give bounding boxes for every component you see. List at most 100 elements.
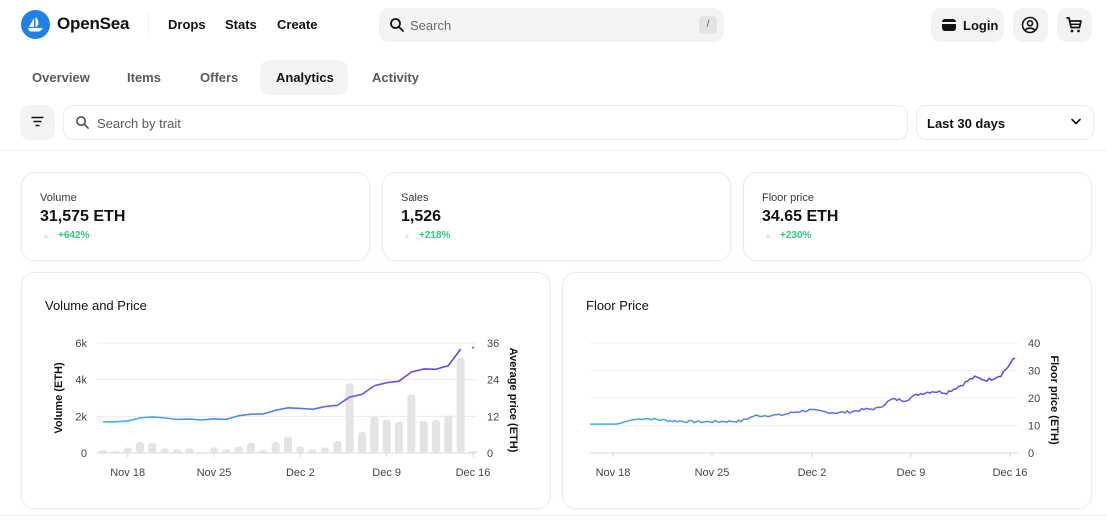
volume-price-chart[interactable]: 0 2k 4k 6k 0 12 24 36 Nov 18 Nov 25 Dec 2 Dec 9 Dec … bbox=[22, 273, 552, 510]
opensea-logo-icon[interactable] bbox=[21, 10, 50, 39]
tab-offers[interactable]: Offers bbox=[184, 60, 254, 95]
y-tick-label-right: 36 bbox=[487, 338, 499, 350]
trait-search-placeholder: Search by trait bbox=[97, 116, 181, 131]
volume-bar bbox=[247, 442, 255, 453]
volume-bar bbox=[469, 451, 477, 453]
volume-bar bbox=[370, 416, 379, 453]
floor-price-line bbox=[590, 357, 1016, 425]
volume-bar bbox=[197, 452, 206, 454]
y-tick-label-left: 0 bbox=[81, 448, 87, 460]
top-navigation-bar: OpenSea Drops Stats Create Search / Logi… bbox=[0, 0, 1107, 50]
login-label: Login bbox=[963, 18, 999, 33]
tab-activity[interactable]: Activity bbox=[356, 60, 435, 95]
y-axis-label: Floor price (ETH) bbox=[1048, 355, 1060, 445]
tab-overview[interactable]: Overview bbox=[16, 60, 106, 95]
y-tick-label: 20 bbox=[1028, 393, 1040, 405]
cart-icon bbox=[1066, 17, 1082, 33]
nav-drops[interactable]: Drops bbox=[168, 17, 206, 32]
volume-bar bbox=[123, 447, 132, 453]
stat-label: Floor price bbox=[762, 192, 814, 204]
x-tick-label: Dec 16 bbox=[456, 467, 491, 479]
floor-price-chart[interactable]: 0 10 20 30 40 Nov 18 Nov 25 Dec 2 Dec 9 Dec 16 Flo… bbox=[563, 273, 1093, 510]
x-tick-label: Dec 2 bbox=[286, 467, 315, 479]
volume-bar bbox=[222, 449, 231, 453]
stat-label: Sales bbox=[401, 192, 429, 204]
nav-stats[interactable]: Stats bbox=[225, 17, 257, 32]
volume-bar bbox=[395, 421, 403, 453]
x-tick-label: Nov 25 bbox=[197, 467, 232, 479]
y-tick-label-left: 6k bbox=[75, 338, 87, 350]
x-tick-label: Dec 9 bbox=[372, 467, 401, 479]
y-tick-label: 10 bbox=[1028, 421, 1040, 433]
chevron-down-icon bbox=[1071, 118, 1081, 125]
account-button[interactable] bbox=[1013, 8, 1048, 42]
x-tick-label: Dec 9 bbox=[897, 467, 926, 479]
x-tick-label: Nov 18 bbox=[596, 467, 631, 479]
volume-bar bbox=[111, 451, 120, 453]
volume-bar bbox=[296, 446, 305, 453]
stat-change: +642% bbox=[58, 230, 90, 241]
x-tick-label: Dec 2 bbox=[798, 467, 827, 479]
volume-bar bbox=[271, 442, 280, 453]
nav-divider bbox=[148, 12, 149, 38]
volume-bar bbox=[333, 441, 342, 453]
average-price-line bbox=[103, 348, 462, 423]
volume-bar bbox=[345, 383, 354, 453]
time-range-value: Last 30 days bbox=[927, 116, 1006, 131]
stat-label: Volume bbox=[40, 192, 77, 204]
stat-card-floor-price: Floor price 34.65 ETH ▲ +230% bbox=[743, 172, 1092, 261]
search-placeholder: Search bbox=[410, 18, 452, 33]
y-tick-label: 0 bbox=[1028, 448, 1034, 460]
brand-name[interactable]: OpenSea bbox=[57, 14, 129, 34]
volume-bar bbox=[234, 446, 243, 453]
filter-toggle-button[interactable] bbox=[20, 105, 55, 140]
wallet-icon bbox=[942, 19, 956, 31]
volume-bar bbox=[259, 450, 268, 453]
volume-bar bbox=[382, 420, 391, 453]
y-tick-label: 30 bbox=[1028, 366, 1040, 378]
x-tick-label: Dec 16 bbox=[993, 467, 1028, 479]
stat-change: +218% bbox=[419, 230, 451, 241]
arrow-up-icon: ▲ bbox=[764, 231, 772, 240]
y-tick-label: 40 bbox=[1028, 338, 1040, 350]
y-tick-label-right: 0 bbox=[487, 448, 493, 460]
y-tick-label-right: 24 bbox=[487, 375, 499, 387]
tab-items[interactable]: Items bbox=[111, 60, 177, 95]
login-button[interactable]: Login bbox=[931, 8, 1004, 42]
x-tick-label: Nov 25 bbox=[695, 467, 730, 479]
time-range-select[interactable]: Last 30 days bbox=[916, 105, 1094, 140]
x-tick-label: Nov 18 bbox=[110, 467, 145, 479]
stat-card-sales: Sales 1,526 ▲ +218% bbox=[382, 172, 731, 261]
volume-bar bbox=[136, 442, 144, 453]
stat-change: +230% bbox=[780, 230, 812, 241]
nav-create[interactable]: Create bbox=[277, 17, 317, 32]
y-tick-label-right: 12 bbox=[487, 411, 499, 423]
arrow-up-icon: ▲ bbox=[403, 231, 411, 240]
volume-bar bbox=[407, 394, 416, 453]
stat-value: 1,526 bbox=[401, 208, 442, 225]
y-tick-label-left: 2k bbox=[75, 411, 87, 423]
stat-card-volume: Volume 31,575 ETH ▲ +642% bbox=[21, 172, 370, 261]
volume-bar bbox=[185, 448, 194, 453]
tab-analytics[interactable]: Analytics bbox=[260, 60, 348, 95]
volume-bar bbox=[456, 357, 465, 453]
floor-price-chart-card: Floor Price 0 10 20 30 40 Nov 18 Nov 25 Dec 2 De… bbox=[562, 272, 1092, 509]
filter-icon bbox=[31, 116, 44, 127]
volume-bar bbox=[308, 449, 317, 453]
arrow-up-icon: ▲ bbox=[42, 231, 50, 240]
volume-bar bbox=[358, 431, 366, 453]
search-icon bbox=[390, 18, 404, 32]
y-axis-label-right: Average price (ETH) bbox=[507, 348, 519, 453]
global-search-input[interactable]: Search / bbox=[379, 8, 724, 42]
cart-button[interactable] bbox=[1057, 8, 1092, 42]
trait-search-input[interactable]: Search by trait bbox=[63, 105, 908, 140]
volume-bar bbox=[432, 420, 440, 453]
volume-bar bbox=[148, 442, 157, 453]
search-shortcut-key: / bbox=[699, 16, 717, 34]
y-tick-label-left: 4k bbox=[75, 375, 87, 387]
average-price-point bbox=[472, 346, 474, 349]
volume-bar bbox=[419, 420, 428, 453]
search-icon bbox=[76, 116, 89, 129]
page-divider bbox=[0, 515, 1107, 516]
volume-bar bbox=[173, 449, 181, 453]
